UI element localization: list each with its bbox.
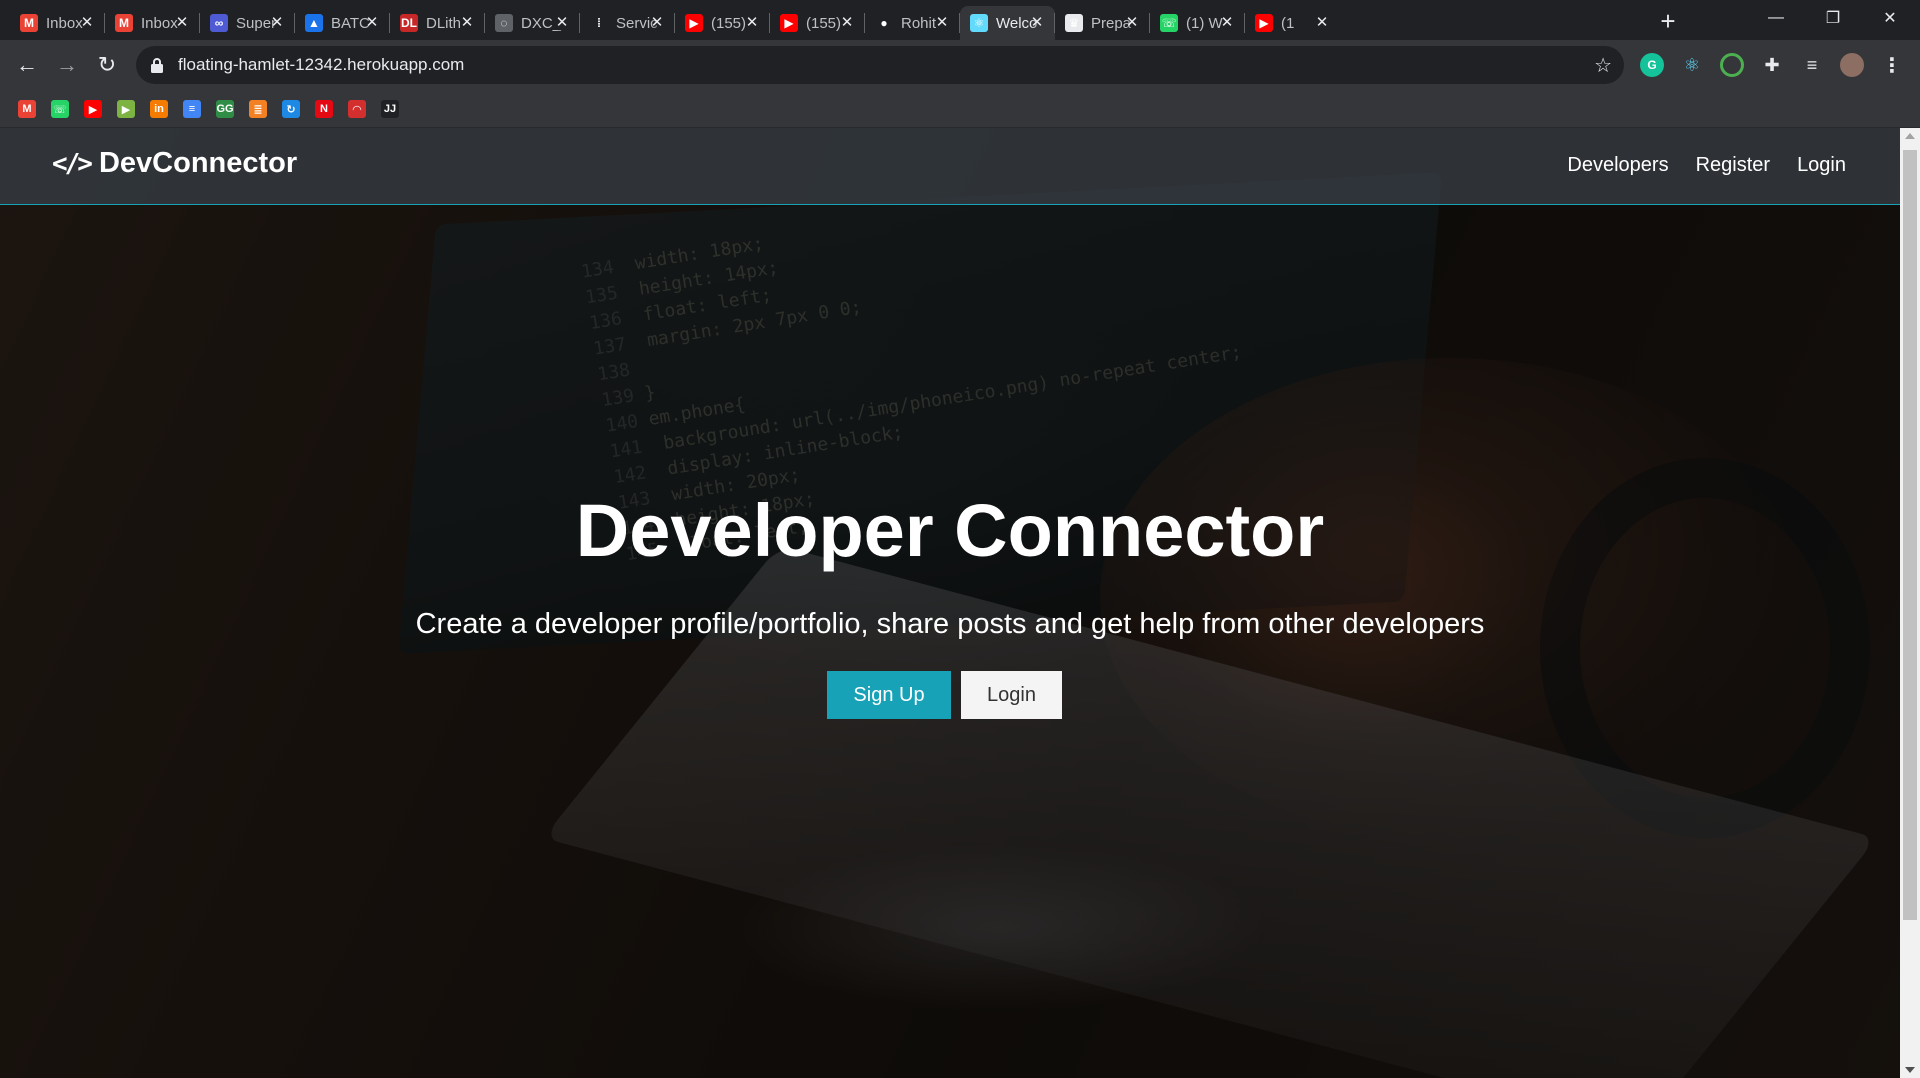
browser-tab[interactable]: ⁞ Servic ✕ [580, 6, 675, 40]
landing-buttons: Sign Up Login [827, 671, 1062, 719]
browser-tab[interactable]: ◌ DXC_ ✕ [485, 6, 580, 40]
superset-icon: ∞ [210, 14, 228, 32]
play-icon[interactable]: ▶ [117, 100, 135, 118]
landing-lead: Create a developer profile/portfolio, sh… [415, 608, 1485, 640]
tab-close-icon[interactable]: ✕ [1027, 13, 1047, 33]
grammarly-icon[interactable]: G [1640, 53, 1664, 77]
gmail-icon: M [20, 14, 38, 32]
new-tab-button[interactable]: + [1654, 8, 1682, 36]
internshala-icon[interactable]: in [150, 100, 168, 118]
restore-button[interactable]: ❐ [1805, 0, 1861, 36]
browser-tab-strip: + — ❐ ✕ M Inbox ✕ M Inbox ✕ ∞ Super ✕ ▲ BATC ✕ DL DLi… [0, 0, 1920, 40]
tab-close-icon[interactable]: ✕ [362, 13, 382, 33]
whatsapp-icon: ☏ [1160, 14, 1178, 32]
close-window-button[interactable]: ✕ [1862, 0, 1918, 36]
nav-developers-link[interactable]: Developers [1567, 154, 1668, 177]
service-icon: ⁞ [590, 14, 608, 32]
youtube-icon: ▶ [685, 14, 703, 32]
page-scrollbar[interactable] [1900, 128, 1920, 1078]
browser-tab[interactable]: M Inbox ✕ [10, 6, 105, 40]
tab-close-icon[interactable]: ✕ [1312, 13, 1332, 33]
prep-icon: ♛ [1065, 14, 1083, 32]
browser-tab[interactable]: ▶ (155) ✕ [675, 6, 770, 40]
bookmarks-bar: M ☏ ▶ ▶ in ≡ GG ≣ ↻ N ◠ JJ [0, 90, 1920, 128]
site-navbar: </> DevConnector Developers Register Log… [0, 128, 1900, 205]
speedometer-icon[interactable]: ◠ [348, 100, 366, 118]
sync-icon[interactable]: ↻ [282, 100, 300, 118]
scrollbar-thumb[interactable] [1903, 150, 1917, 920]
gmail-icon: M [115, 14, 133, 32]
tab-close-icon[interactable]: ✕ [172, 13, 192, 33]
react-devtools-icon[interactable]: ⚛ [1680, 53, 1704, 77]
login-button[interactable]: Login [961, 671, 1062, 719]
browser-tab[interactable]: ⚛ Welco ✕ [960, 6, 1055, 40]
minimize-button[interactable]: — [1748, 0, 1804, 36]
page-viewport: 134 width: 18px; 135 height: 14px; 136 f… [0, 128, 1900, 1078]
forward-button[interactable]: → [51, 49, 83, 81]
media-queue-icon[interactable]: ≡ [1800, 53, 1824, 77]
geeksforgeeks-icon[interactable]: GG [216, 100, 234, 118]
dlithe-icon: DL [400, 14, 418, 32]
tab-close-icon[interactable]: ✕ [742, 13, 762, 33]
address-bar[interactable]: floating-hamlet-12342.herokuapp.com ☆ [136, 46, 1624, 84]
netflix-icon[interactable]: N [315, 100, 333, 118]
code-icon: </> [52, 148, 93, 179]
tab-close-icon[interactable]: ✕ [267, 13, 287, 33]
react-icon: ⚛ [970, 14, 988, 32]
nav-register-link[interactable]: Register [1696, 154, 1770, 177]
tab-close-icon[interactable]: ✕ [837, 13, 857, 33]
tab-close-icon[interactable]: ✕ [552, 13, 572, 33]
dark-overlay [0, 128, 1900, 1078]
classroom-icon: ▲ [305, 14, 323, 32]
browser-tab[interactable]: ☏ (1) W ✕ [1150, 6, 1245, 40]
browser-tab[interactable]: ▲ BATC ✕ [295, 6, 390, 40]
brand-logo-link[interactable]: </> DevConnector [52, 147, 297, 180]
stackoverflow-icon[interactable]: ≣ [249, 100, 267, 118]
tab-close-icon[interactable]: ✕ [932, 13, 952, 33]
bookmark-star-icon[interactable]: ☆ [1594, 53, 1612, 78]
whatsapp-icon[interactable]: ☏ [51, 100, 69, 118]
youtube-icon: ▶ [780, 14, 798, 32]
globe-icon: ◌ [495, 14, 513, 32]
profile-avatar[interactable] [1840, 53, 1864, 77]
browser-tab[interactable]: ∞ Super ✕ [200, 6, 295, 40]
url-text: floating-hamlet-12342.herokuapp.com [178, 55, 465, 74]
brand-name: DevConnector [98, 147, 298, 179]
youtube-icon[interactable]: ▶ [84, 100, 102, 118]
scroll-up-arrow-icon[interactable] [1905, 133, 1915, 139]
nav-links: Developers Register Login [1540, 154, 1846, 177]
browser-tab[interactable]: ▶ (155) ✕ [770, 6, 865, 40]
tab-close-icon[interactable]: ✕ [647, 13, 667, 33]
tab-close-icon[interactable]: ✕ [77, 13, 97, 33]
gmail-icon[interactable]: M [18, 100, 36, 118]
extension-target-icon[interactable] [1720, 53, 1744, 77]
tab-close-icon[interactable]: ✕ [457, 13, 477, 33]
github-icon: ● [875, 14, 893, 32]
reload-button[interactable]: ↻ [91, 49, 123, 81]
tab-close-icon[interactable]: ✕ [1217, 13, 1237, 33]
youtube-icon: ▶ [1255, 14, 1273, 32]
browser-tab[interactable]: DL DLith ✕ [390, 6, 485, 40]
tab-close-icon[interactable]: ✕ [1122, 13, 1142, 33]
landing-title: Developer Connector [575, 489, 1325, 572]
nav-login-link[interactable]: Login [1797, 154, 1846, 177]
back-button[interactable]: ← [11, 49, 43, 81]
browser-toolbar: ← → ↻ floating-hamlet-12342.herokuapp.co… [0, 40, 1920, 90]
lock-icon [150, 57, 164, 73]
scroll-down-arrow-icon[interactable] [1905, 1067, 1915, 1073]
docs-icon[interactable]: ≡ [183, 100, 201, 118]
chrome-menu-icon[interactable]: ⋮ [1880, 53, 1904, 77]
jj-icon[interactable]: JJ [381, 100, 399, 118]
signup-button[interactable]: Sign Up [827, 671, 951, 719]
browser-tab[interactable]: ♛ Prepa ✕ [1055, 6, 1150, 40]
extensions-puzzle-icon[interactable]: ✚ [1760, 53, 1784, 77]
browser-tab[interactable]: ▶ (1 ✕ [1245, 6, 1340, 40]
browser-tab[interactable]: ● Rohit ✕ [865, 6, 960, 40]
browser-tab[interactable]: M Inbox ✕ [105, 6, 200, 40]
